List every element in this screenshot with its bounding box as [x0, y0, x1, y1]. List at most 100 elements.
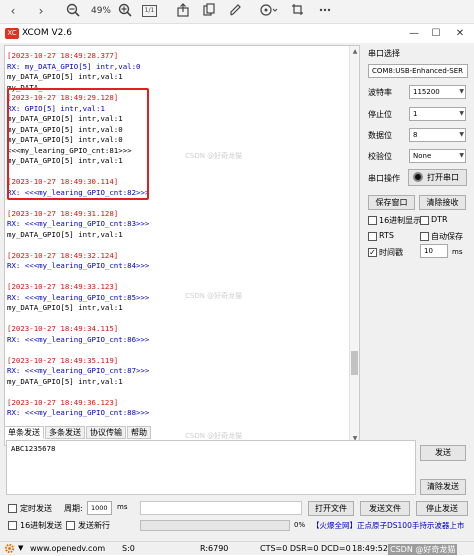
data-bits-value: 8 — [413, 131, 418, 139]
crop-icon[interactable] — [290, 3, 304, 20]
receive-scrollbar[interactable]: ▲ ▼ — [349, 46, 359, 445]
chevron-down-icon: ▼ — [459, 152, 464, 159]
stop-send-button[interactable]: 停止发送 — [416, 501, 468, 516]
zoom-in-icon[interactable] — [118, 3, 132, 20]
close-icon[interactable]: ✕ — [450, 26, 470, 41]
receive-area[interactable]: [2023-10-27 18:49:28.377] RX: my_DATA_GPI… — [4, 45, 360, 446]
rotate-icon[interactable] — [258, 3, 280, 20]
tab-multi-send[interactable]: 多条发送 — [45, 426, 85, 439]
viewer-toolbar: ‹ › 49% 1/1 — [0, 0, 474, 24]
app-title: XCOM V2.6 — [22, 28, 72, 38]
statusbar: ▼ www.openedv.com S:0 R:6790 CTS=0 DSR=0… — [0, 541, 474, 555]
parity-label: 校验位 — [368, 152, 392, 161]
gear-icon[interactable] — [4, 543, 15, 556]
zoom-level: 49% — [90, 6, 111, 16]
timestamp-interval-value: 10 — [424, 247, 433, 255]
hex-display-checkbox[interactable] — [368, 216, 377, 225]
file-path-field[interactable] — [140, 501, 302, 515]
log-line: RX: <<<my_learing_GPIO_cnt:85>>> — [7, 292, 150, 302]
port-select-value: COM8:USB-Enhanced-SER — [372, 67, 464, 75]
scrollbar-thumb[interactable] — [351, 351, 358, 375]
log-line: my_DATA_GPIO[5] intr,val:1 — [7, 72, 123, 81]
open-file-button[interactable]: 打开文件 — [308, 501, 354, 516]
log-timestamp: [2023-10-27 18:49:36.123] — [7, 397, 119, 407]
log-line: my_DATA_GPIO[5] intr,val:1 — [7, 376, 123, 386]
stop-bits-value: 1 — [413, 110, 418, 118]
forward-icon[interactable]: › — [34, 3, 48, 20]
save-window-button[interactable]: 保存窗口 — [368, 195, 415, 210]
timestamp-unit: ms — [452, 248, 463, 256]
app-logo: XC — [5, 28, 19, 39]
clock: 18:49:52 — [352, 544, 388, 553]
line-status: CTS=0 DSR=0 DCD=0 — [260, 544, 351, 553]
sent-count: S:0 — [122, 544, 135, 553]
log-blank-line — [7, 314, 347, 325]
open-port-button[interactable]: 打开串口 — [408, 169, 467, 186]
log-blank-line — [7, 387, 347, 398]
send-newline-label: 发送新行 — [78, 521, 110, 530]
dtr-label: DTR — [431, 215, 448, 224]
page-indicator[interactable]: 1/1 — [142, 5, 157, 17]
data-bits-label: 数据位 — [368, 131, 392, 140]
settings-menu-icon[interactable]: ▼ — [18, 544, 23, 552]
zoom-out-icon[interactable] — [66, 3, 80, 20]
promo-link[interactable]: 【火爆全网】正点原子DS100手持示波器上市 — [312, 520, 464, 531]
baud-select[interactable]: 115200 ▼ — [409, 85, 466, 99]
port-select[interactable]: COM8:USB-Enhanced-SER — [368, 64, 468, 78]
dtr-checkbox[interactable] — [420, 216, 429, 225]
xcom-window: XC XCOM V2.6 — ☐ ✕ [2023-10-27 18:49:28.… — [0, 24, 474, 555]
log-line: RX: <<<my_learing_GPIO_cnt:88>>> — [7, 408, 150, 417]
parity-select[interactable]: None ▼ — [409, 149, 466, 163]
maximize-icon[interactable]: ☐ — [426, 26, 446, 41]
timestamp-checkbox[interactable]: ✓ — [368, 248, 377, 257]
period-input[interactable]: 1000 — [87, 501, 112, 515]
log-timestamp: [2023-10-27 18:49:33.123] — [7, 282, 119, 291]
log-timestamp: [2023-10-27 18:49:35.119] — [7, 355, 119, 365]
website-link[interactable]: www.openedv.com — [30, 544, 105, 553]
edit-icon[interactable] — [228, 3, 242, 20]
back-icon[interactable]: ‹ — [6, 3, 20, 20]
send-button[interactable]: 发送 — [420, 445, 466, 461]
period-unit: ms — [117, 503, 128, 511]
auto-save-checkbox[interactable] — [420, 232, 429, 241]
more-icon[interactable] — [318, 3, 332, 20]
minimize-icon[interactable]: — — [404, 26, 424, 41]
log-timestamp: [2023-10-27 18:49:32.124] — [7, 250, 119, 260]
log-timestamp: [2023-10-27 18:49:28.377] — [7, 51, 119, 60]
rts-checkbox[interactable] — [368, 232, 377, 241]
log-timestamp: [2023-10-27 18:49:34.115] — [7, 324, 119, 333]
log-line: RX: my_DATA_GPIO[5] intr,val:0 — [7, 61, 141, 71]
send-newline-checkbox[interactable] — [66, 521, 75, 530]
tab-protocol[interactable]: 协议传输 — [86, 426, 126, 439]
hex-send-checkbox[interactable] — [8, 521, 17, 530]
log-blank-line — [7, 240, 347, 251]
received-count: R:6790 — [200, 544, 229, 553]
watermark: CSDN @好奇龙猫 — [185, 152, 243, 160]
tab-help[interactable]: 帮助 — [127, 426, 151, 439]
send-progress-text: 0% — [294, 521, 306, 529]
port-op-label: 串口操作 — [368, 174, 400, 183]
timestamp-interval-input[interactable]: 10 — [420, 244, 448, 258]
tab-single-send[interactable]: 单条发送 — [4, 426, 44, 439]
data-bits-select[interactable]: 8 ▼ — [409, 128, 466, 142]
open-port-label: 打开串口 — [427, 173, 459, 182]
copy-icon[interactable] — [202, 3, 216, 20]
clear-send-button[interactable]: 清除发送 — [420, 479, 466, 495]
auto-save-label: 自动保存 — [431, 232, 463, 241]
timestamp-label: 时间戳 — [379, 248, 403, 257]
send-input[interactable]: ABC1235678 — [6, 440, 416, 495]
timed-send-checkbox[interactable] — [8, 504, 17, 513]
log-line: RX: <<<my_learing_GPIO_cnt:86>>> — [7, 334, 150, 344]
port-section-title: 串口选择 — [368, 49, 400, 58]
send-progress-bar — [140, 520, 290, 531]
clear-receive-button[interactable]: 清除接收 — [419, 195, 466, 210]
log-line: RX: <<<my_learing_GPIO_cnt:87>>> — [7, 366, 150, 375]
log-line: my_DATA_GPIO[5] intr,val:1 — [7, 229, 123, 239]
stop-bits-select[interactable]: 1 ▼ — [409, 107, 466, 121]
stop-bits-label: 停止位 — [368, 110, 392, 119]
export-icon[interactable] — [176, 3, 190, 20]
timed-send-label: 定时发送 — [20, 504, 52, 513]
watermark: CSDN @好奇龙猫 — [185, 292, 243, 300]
scroll-up-icon[interactable]: ▲ — [350, 48, 359, 55]
send-file-button[interactable]: 发送文件 — [360, 501, 410, 516]
